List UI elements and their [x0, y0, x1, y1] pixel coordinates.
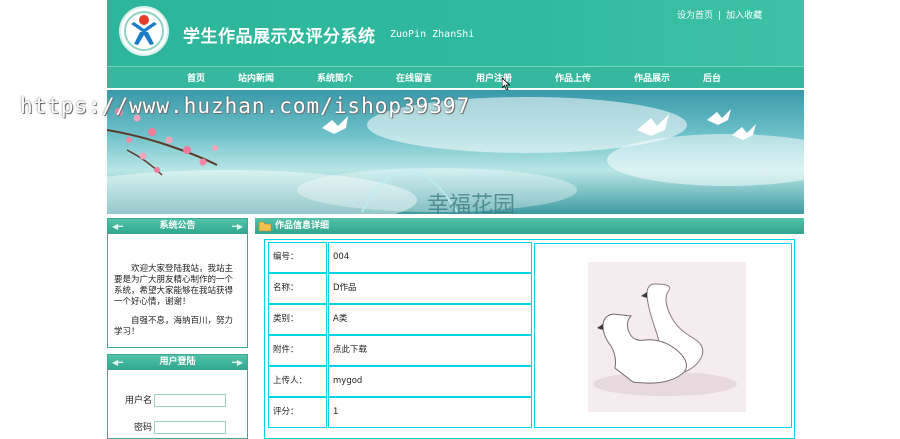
label-attachment: 附件：	[268, 335, 327, 366]
nav-works[interactable]: 作品展示	[634, 71, 670, 84]
folder-icon	[258, 219, 272, 232]
nav-about[interactable]: 系统简介	[317, 71, 353, 84]
username-row: 用户名	[118, 393, 226, 407]
value-uploader: mygod	[328, 366, 532, 397]
password-label: 密码	[133, 423, 152, 433]
watermark-text: https://www.huzhan.com/ishop39397	[20, 94, 471, 118]
label-id: 编号：	[268, 242, 327, 273]
value-score: 1	[328, 397, 532, 428]
notice-paragraph: 自强不息，海纳百川，努力学习！	[114, 316, 234, 337]
add-favorite-link[interactable]: 加入收藏	[726, 11, 762, 21]
page-container: 学生作品展示及评分系统 ZuoPin ZhanShi 设为首页 | 加入收藏 首页 …	[107, 0, 804, 439]
arrow-right-icon: ━▶	[232, 358, 243, 367]
username-label: 用户名	[124, 396, 152, 406]
notice-title: 系统公告	[159, 221, 196, 231]
notice-header: ◀━ 系统公告 ━▶	[108, 219, 247, 234]
password-row: 密码	[118, 420, 226, 434]
label-category: 类别：	[268, 304, 327, 335]
notice-box: ◀━ 系统公告 ━▶ 欢迎大家登陆我站，我站主要是为广大朋友精心制作的一个系统，…	[107, 218, 248, 348]
top-links: 设为首页 | 加入收藏	[677, 8, 762, 21]
site-title: 学生作品展示及评分系统	[183, 27, 376, 47]
password-input[interactable]	[154, 421, 226, 434]
value-name: D作品	[328, 273, 532, 304]
banner-art-text: 幸福花园	[427, 193, 515, 214]
arrow-left-icon: ◀━	[112, 358, 123, 367]
work-image-cell	[534, 243, 792, 428]
set-homepage-link[interactable]: 设为首页	[677, 11, 713, 21]
detail-table: 编号： 004 名称： D作品 类别： A类 附件： 点此下载 上传人： myg…	[264, 239, 795, 439]
login-header: ◀━ 用户登陆 ━▶	[108, 355, 247, 370]
school-logo-icon	[119, 6, 169, 56]
username-input[interactable]	[154, 394, 226, 407]
detail-title: 作品信息详细	[275, 221, 330, 231]
arrow-left-icon: ◀━	[112, 222, 123, 231]
notice-body: 欢迎大家登陆我站，我站主要是为广大朋友精心制作的一个系统，希望大家能够在我站获得…	[108, 234, 247, 338]
nav-news[interactable]: 站内新闻	[238, 71, 274, 84]
login-box: ◀━ 用户登陆 ━▶ 用户名 密码	[107, 354, 248, 439]
link-separator: |	[718, 11, 722, 21]
nav-admin[interactable]: 后台	[703, 71, 721, 84]
value-id: 004	[328, 242, 532, 273]
download-link[interactable]: 点此下载	[328, 335, 532, 366]
notice-paragraph: 欢迎大家登陆我站，我站主要是为广大朋友精心制作的一个系统，希望大家能够在我站获得…	[114, 264, 234, 307]
mouse-cursor-icon	[502, 78, 510, 90]
swan-image-icon	[588, 262, 746, 412]
main-nav: 首页 站内新闻 系统简介 在线留言 用户注册 作品上传 作品展示 后台	[107, 66, 804, 88]
arrow-right-icon: ━▶	[232, 222, 243, 231]
login-title: 用户登陆	[159, 357, 196, 367]
nav-home[interactable]: 首页	[187, 71, 205, 84]
header: 学生作品展示及评分系统 ZuoPin ZhanShi 设为首页 | 加入收藏	[107, 0, 804, 66]
nav-upload[interactable]: 作品上传	[555, 71, 591, 84]
label-name: 名称：	[268, 273, 327, 304]
detail-header: 作品信息详细	[255, 218, 804, 234]
site-subtitle: ZuoPin ZhanShi	[390, 29, 475, 40]
value-category: A类	[328, 304, 532, 335]
label-score: 评分：	[268, 397, 327, 428]
nav-guestbook[interactable]: 在线留言	[396, 71, 432, 84]
label-uploader: 上传人：	[268, 366, 327, 397]
